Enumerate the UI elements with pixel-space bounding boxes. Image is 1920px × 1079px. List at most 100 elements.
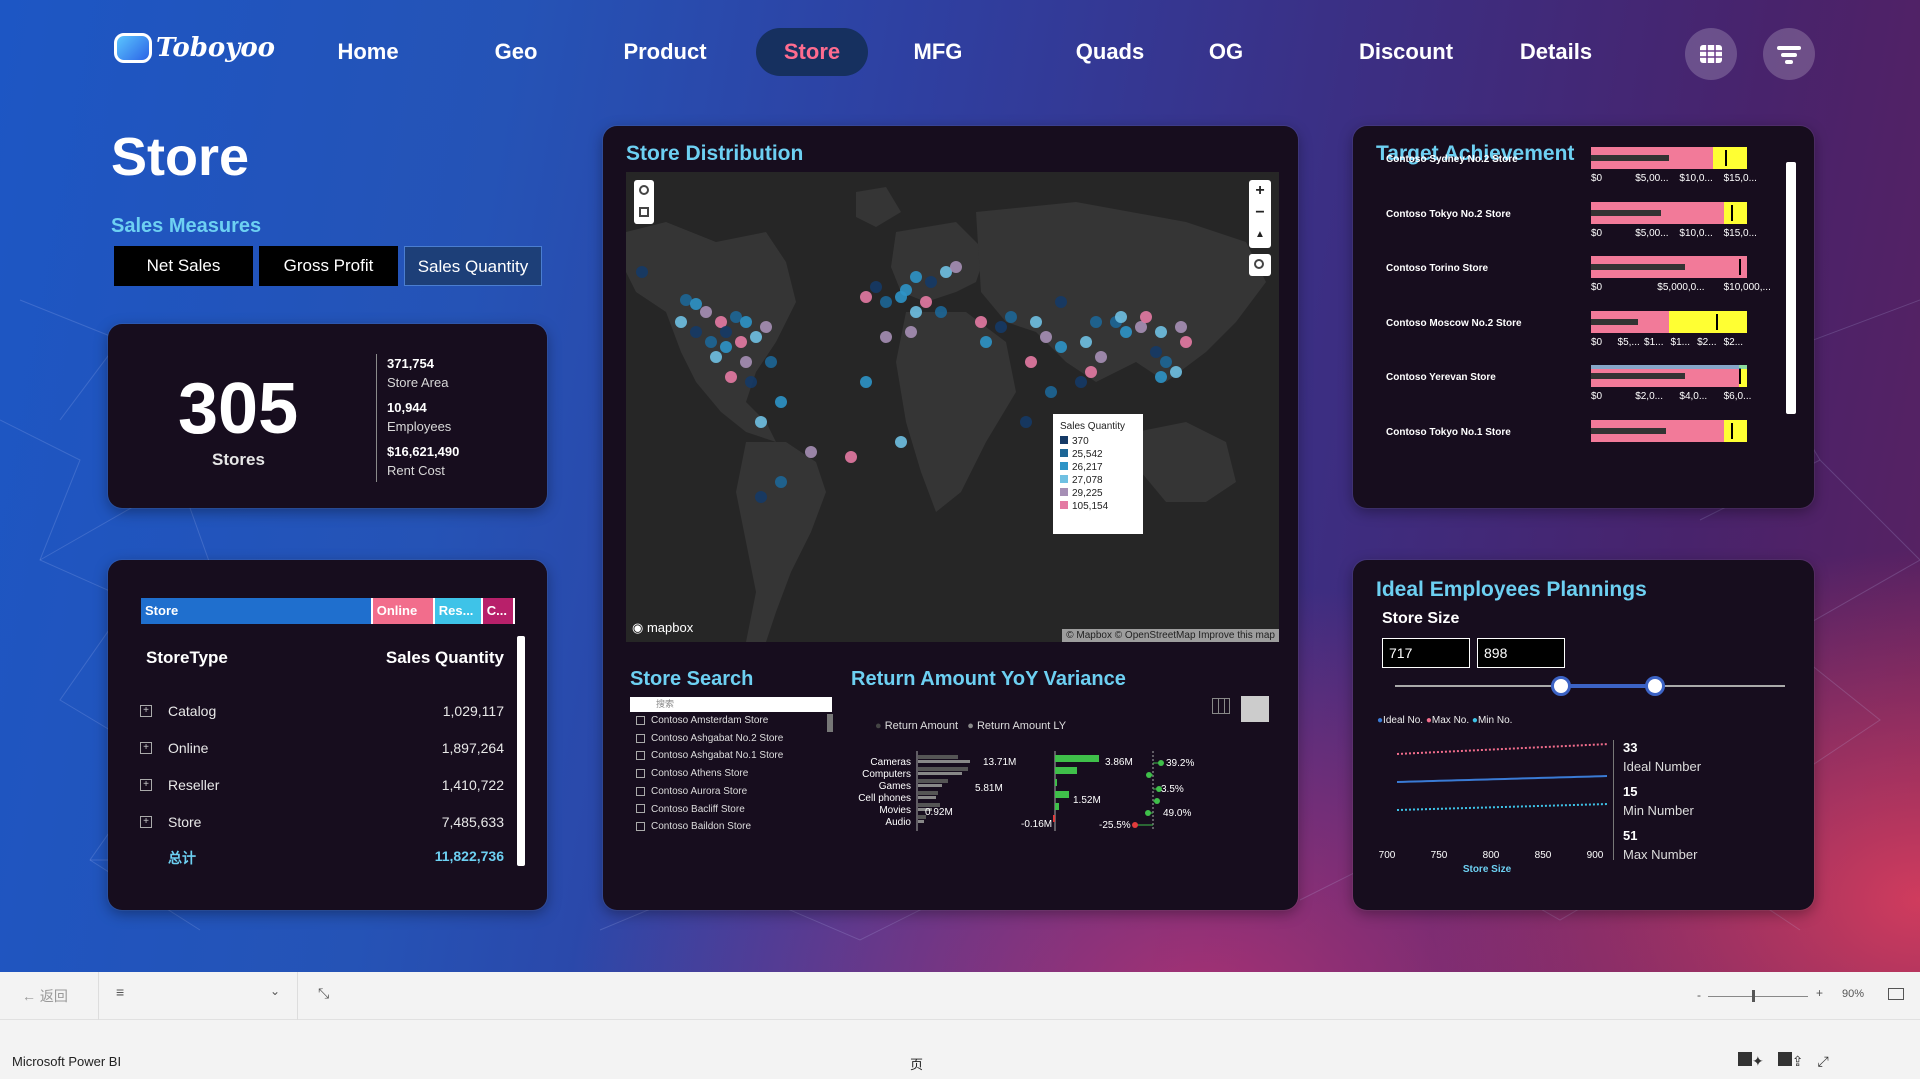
bullet-chart[interactable]	[1591, 256, 1747, 278]
exit-fullscreen-icon[interactable]: ⤡	[318, 985, 329, 1002]
store-location-dot[interactable]	[755, 416, 767, 428]
search-scrollbar[interactable]	[827, 714, 833, 732]
linkedin-icon[interactable]	[1777, 1052, 1792, 1066]
store-location-dot[interactable]	[1080, 336, 1092, 348]
store-search-item[interactable]: Contoso Athens Store	[636, 768, 748, 779]
fullscreen-icon[interactable]: ⤢	[1817, 1053, 1842, 1069]
zoom-out-icon[interactable]: −	[1249, 202, 1271, 224]
yoy-percent-dot[interactable]	[1158, 760, 1164, 766]
yoy-variance-bar[interactable]	[1055, 779, 1057, 786]
share-icon[interactable]: ⇪	[1792, 1053, 1818, 1069]
nav-details[interactable]: Details	[1500, 28, 1612, 76]
zoom-slider[interactable]	[1708, 996, 1808, 997]
nav-discount[interactable]: Discount	[1340, 28, 1472, 76]
stacked-segment-c[interactable]: C...	[482, 598, 515, 624]
store-location-dot[interactable]	[860, 291, 872, 303]
checkbox[interactable]	[636, 822, 645, 832]
checkbox[interactable]	[636, 768, 645, 778]
yoy-bar[interactable]	[918, 767, 968, 771]
store-location-dot[interactable]	[1150, 346, 1162, 358]
store-location-dot[interactable]	[745, 376, 757, 388]
stacked-segment-online[interactable]: Online	[372, 598, 435, 624]
store-search-item[interactable]: Contoso Ashgabat No.1 Store	[636, 750, 783, 761]
store-search-item[interactable]: Contoso Ashgabat No.2 Store	[636, 733, 783, 744]
store-location-dot[interactable]	[735, 336, 747, 348]
store-location-dot[interactable]	[750, 331, 762, 343]
yoy-bar-ly[interactable]	[918, 784, 942, 787]
store-location-dot[interactable]	[740, 316, 752, 328]
yoy-chart[interactable]: CamerasComputersGamesCell phonesMoviesAu…	[843, 749, 1273, 859]
bullet-chart[interactable]	[1591, 147, 1747, 169]
zoom-in-icon[interactable]: +	[1249, 180, 1271, 202]
store-location-dot[interactable]	[870, 281, 882, 293]
store-search-item[interactable]: Contoso Bacliff Store	[636, 804, 745, 815]
bullet-chart[interactable]	[1591, 201, 1747, 224]
yoy-table-view-icon[interactable]	[1212, 698, 1230, 714]
compass-icon[interactable]: ▲	[1249, 224, 1271, 246]
yoy-bar[interactable]	[918, 779, 948, 783]
store-location-dot[interactable]	[905, 326, 917, 338]
store-location-dot[interactable]	[1045, 386, 1057, 398]
yoy-bar-ly[interactable]	[918, 772, 962, 775]
store-location-dot[interactable]	[740, 356, 752, 368]
store-search-input[interactable]: 搜索	[630, 697, 832, 712]
yoy-variance-bar[interactable]	[1055, 791, 1069, 798]
checkbox[interactable]	[636, 751, 645, 761]
store-location-dot[interactable]	[845, 451, 857, 463]
store-location-dot[interactable]	[1155, 326, 1167, 338]
store-search-item[interactable]: Contoso Amsterdam Store	[636, 715, 768, 726]
store-location-dot[interactable]	[950, 261, 962, 273]
fit-page-icon[interactable]	[1888, 988, 1904, 1000]
yoy-percent-dot[interactable]	[1132, 822, 1138, 828]
store-location-dot[interactable]	[636, 266, 648, 278]
yoy-bar-ly[interactable]	[918, 760, 970, 763]
store-location-dot[interactable]	[675, 316, 687, 328]
store-location-dot[interactable]	[1120, 326, 1132, 338]
yoy-bar[interactable]	[918, 791, 938, 795]
store-location-dot[interactable]	[910, 306, 922, 318]
store-location-dot[interactable]	[805, 446, 817, 458]
improve-map-link[interactable]: Improve this map	[1198, 630, 1275, 641]
slider-max-handle[interactable]	[1645, 676, 1665, 696]
filter-button[interactable]	[1763, 28, 1815, 80]
bullet-chart[interactable]	[1591, 310, 1747, 333]
store-location-dot[interactable]	[765, 356, 777, 368]
yoy-bar[interactable]	[918, 755, 958, 759]
nav-product[interactable]: Product	[592, 28, 738, 76]
slider-min-handle[interactable]	[1551, 676, 1571, 696]
store-location-dot[interactable]	[755, 491, 767, 503]
logo[interactable]: Toboyoo	[114, 28, 275, 68]
store-size-max-input[interactable]: 898	[1477, 638, 1565, 668]
store-location-dot[interactable]	[1180, 336, 1192, 348]
storetype-stacked-bar[interactable]: Store Online Res... C...	[141, 598, 515, 624]
store-location-dot[interactable]	[1140, 311, 1152, 323]
mapbox-logo[interactable]: ◉ mapbox	[632, 620, 693, 636]
store-search-item[interactable]: Contoso Baildon Store	[636, 821, 751, 832]
store-location-dot[interactable]	[1030, 316, 1042, 328]
yoy-variance-bar[interactable]	[1055, 767, 1077, 774]
back-button[interactable]: ← 返回	[22, 986, 68, 1006]
store-location-dot[interactable]	[720, 341, 732, 353]
nav-mfg[interactable]: MFG	[888, 28, 988, 76]
map-rotate-control[interactable]	[634, 180, 654, 224]
store-location-dot[interactable]	[1095, 351, 1107, 363]
store-location-dot[interactable]	[920, 296, 932, 308]
gross-profit-button[interactable]: Gross Profit	[259, 246, 398, 286]
yoy-percent-dot[interactable]	[1154, 798, 1160, 804]
bullet-chart[interactable]	[1591, 365, 1747, 387]
yoy-variance-bar[interactable]	[1055, 755, 1099, 762]
store-location-dot[interactable]	[880, 296, 892, 308]
store-location-dot[interactable]	[1090, 316, 1102, 328]
sales-quantity-button[interactable]: Sales Quantity	[404, 246, 542, 286]
store-location-dot[interactable]	[710, 351, 722, 363]
bullet-chart[interactable]	[1591, 419, 1747, 442]
checkbox[interactable]	[636, 733, 645, 743]
store-size-min-input[interactable]: 717	[1382, 638, 1470, 668]
store-location-dot[interactable]	[1055, 341, 1067, 353]
stacked-segment-res[interactable]: Res...	[434, 598, 483, 624]
store-location-dot[interactable]	[1020, 416, 1032, 428]
yoy-chart-view-button[interactable]	[1241, 696, 1269, 722]
page-menu-button[interactable]: ≡ ⌄	[116, 984, 286, 1006]
stacked-segment-store[interactable]: Store	[141, 598, 373, 624]
store-location-dot[interactable]	[980, 336, 992, 348]
